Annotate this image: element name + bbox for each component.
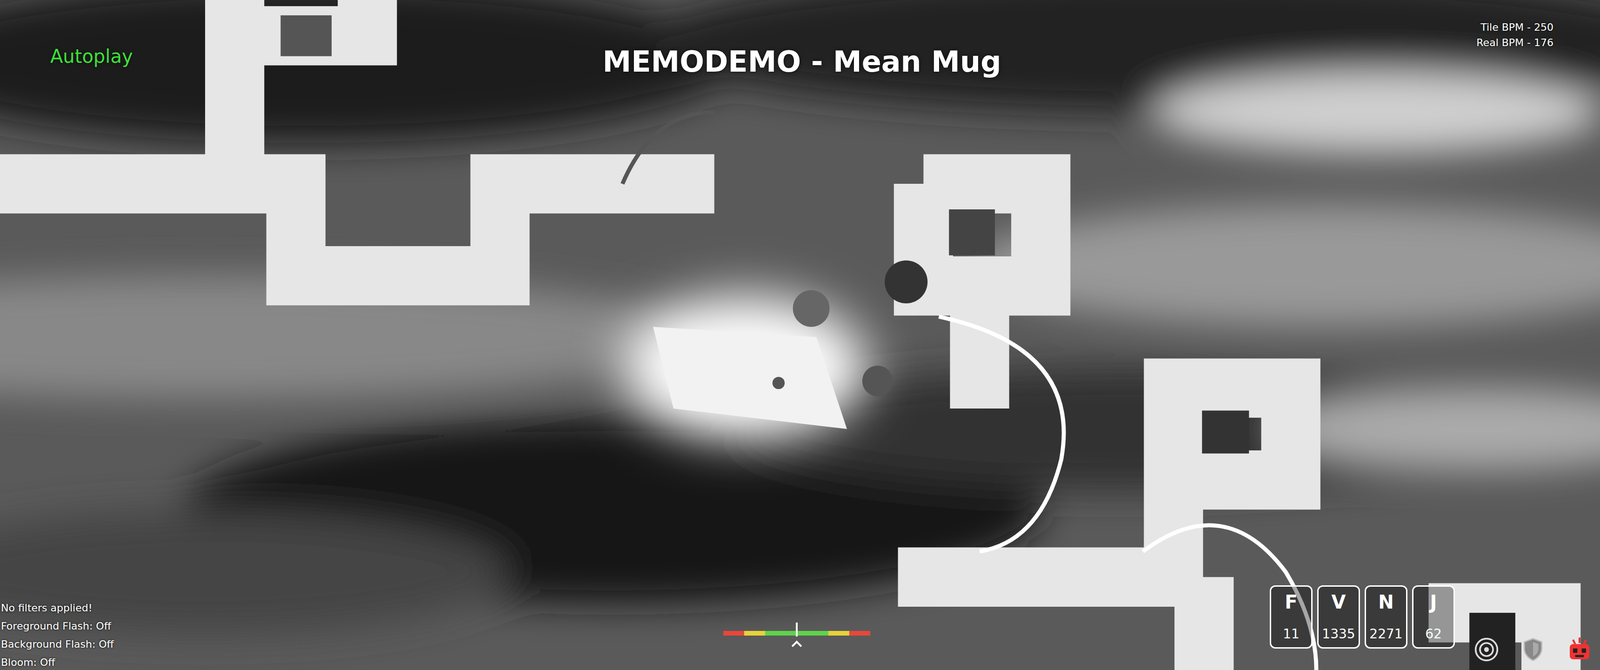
judgement-box: F 11 (1269, 585, 1313, 649)
bpm-line: Tile BPM - 250 (1480, 21, 1554, 34)
timing-segment (744, 630, 766, 636)
timing-track (723, 630, 871, 636)
setting-line: Background Flash: Off (0, 638, 724, 650)
judgement-list: F 11 V 1335 N 2271 J 62 (1269, 585, 1455, 668)
judgement-count: 62 (1425, 626, 1442, 642)
top-bar: AutoplayMEMODEMO - Mean Mug Tile BPM - 25… (0, 0, 1600, 79)
judgement-count: 1335 (1321, 626, 1355, 642)
bpm-line: Real BPM - 176 (1476, 36, 1554, 49)
setting-line: Foreground Flash: Off (0, 620, 724, 632)
timing-segment (828, 630, 850, 636)
judgement-box: J 62 (1412, 585, 1455, 649)
autoplay-label: Autoplay (50, 21, 603, 67)
judgement-label: J (1430, 591, 1438, 613)
judgement-label: N (1378, 591, 1394, 613)
icon-row (1473, 636, 1593, 668)
setting-line: Bloom: Off (0, 656, 724, 668)
caret-icon (791, 640, 803, 652)
judgement-box: V 1335 (1317, 585, 1360, 649)
robot-icon[interactable] (1566, 636, 1593, 663)
timing-segment (723, 630, 745, 636)
timing-meter (723, 630, 871, 668)
setting-line: No filters applied! (0, 601, 724, 614)
game-screen: AutoplayMEMODEMO - Mean Mug Tile BPM - 25… (0, 0, 1600, 670)
bottom-bar: No filters applied! Foreground Flash: Off… (0, 585, 1600, 670)
target-icon[interactable] (1473, 636, 1500, 663)
judgement-label: F (1284, 591, 1298, 613)
settings-list: No filters applied! Foreground Flash: Off… (0, 601, 724, 668)
timing-segment (849, 630, 871, 636)
right-cluster: F 11 V 1335 N 2271 J 62 (1269, 585, 1593, 668)
bpm-info: Tile BPM - 250 Real BPM - 176 (1476, 21, 1554, 49)
judgement-box: N 2271 (1364, 585, 1408, 649)
timing-marker (795, 622, 798, 637)
hud: AutoplayMEMODEMO - Mean Mug Tile BPM - 25… (0, 0, 1600, 670)
shield-icon[interactable] (1520, 636, 1547, 663)
judgement-count: 2271 (1369, 626, 1403, 642)
game-view (0, 0, 1600, 670)
song-title: MEMODEMO - Mean Mug (602, 21, 1001, 79)
judgement-count: 11 (1282, 626, 1300, 642)
judgement-label: V (1331, 591, 1347, 613)
